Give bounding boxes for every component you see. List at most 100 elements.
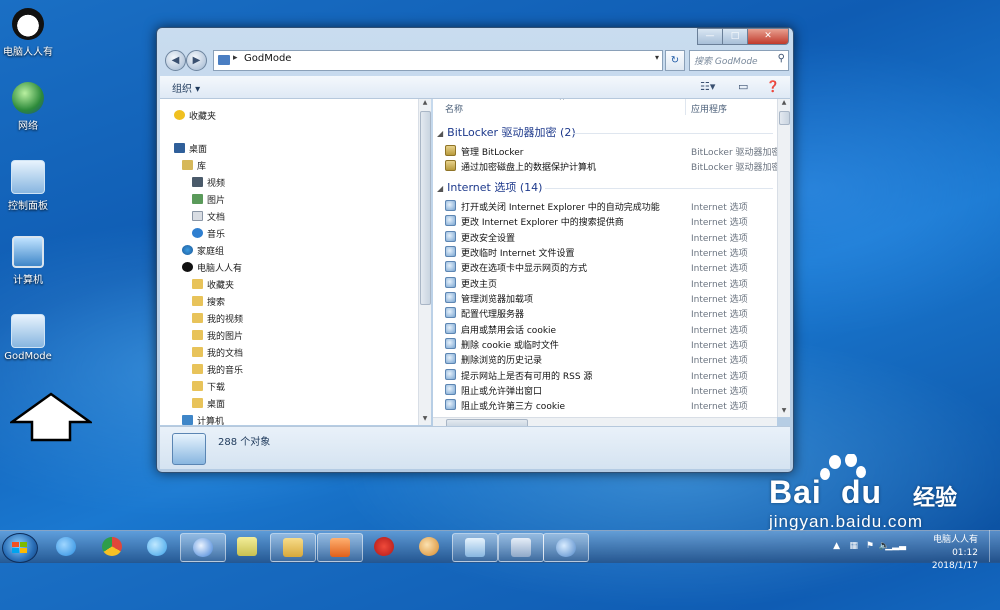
close-button[interactable]: ✕ bbox=[747, 28, 789, 45]
nav-item-my-music[interactable]: 我的音乐 bbox=[192, 363, 243, 376]
list-item[interactable]: 更改安全设置 Internet 选项 bbox=[445, 229, 777, 244]
list-item[interactable]: 删除 cookie 或临时文件 Internet 选项 bbox=[445, 336, 777, 351]
taskbar-explorer[interactable] bbox=[270, 533, 316, 562]
scroll-up-icon[interactable]: ▲ bbox=[419, 99, 431, 109]
clock[interactable]: 电脑人人有 01:12 2018/1/17 bbox=[932, 534, 978, 573]
back-button[interactable]: ◀ bbox=[165, 50, 186, 71]
desktop-icon-godmode[interactable]: GodMode bbox=[0, 314, 56, 362]
nav-item-my-videos[interactable]: 我的视频 bbox=[192, 312, 243, 325]
list-item[interactable]: 通过加密磁盘上的数据保护计算机 BitLocker 驱动器加密 bbox=[445, 158, 777, 173]
details-pane: 288 个对象 bbox=[160, 426, 790, 469]
taskbar-chess[interactable] bbox=[362, 533, 406, 560]
view-options-icon[interactable]: ☷▾ bbox=[700, 80, 715, 93]
column-header-app[interactable]: 应用程序 bbox=[691, 102, 727, 115]
minimize-button[interactable]: — bbox=[697, 28, 722, 45]
list-item[interactable]: 管理 BitLocker BitLocker 驱动器加密 bbox=[445, 143, 777, 158]
desktop-icon-label: 电脑人人有 bbox=[3, 47, 53, 58]
taskbar-cloud[interactable] bbox=[135, 533, 179, 560]
desktop-icon-network[interactable]: 网络 bbox=[0, 82, 56, 132]
list-item[interactable]: 更改 Internet Explorer 中的搜索提供商 Internet 选项 bbox=[445, 213, 777, 228]
list-item[interactable]: 阻止或允许弹出窗口 Internet 选项 bbox=[445, 382, 777, 397]
search-input[interactable]: 搜索 GodMode ⚲ bbox=[689, 50, 789, 71]
list-scroll-thumb[interactable] bbox=[779, 111, 790, 125]
list-scrollbar[interactable]: ▲ ▼ bbox=[777, 99, 790, 417]
address-bar[interactable]: ▸ GodMode ▾ bbox=[213, 50, 663, 71]
nav-item-music[interactable]: 音乐 bbox=[192, 227, 225, 240]
start-button[interactable] bbox=[2, 533, 38, 563]
maximize-button[interactable]: □ bbox=[722, 28, 747, 45]
taskbar-game[interactable] bbox=[543, 533, 589, 562]
panda-icon bbox=[182, 262, 193, 272]
nav-item-documents[interactable]: 文档 bbox=[192, 210, 225, 223]
nav-item-downloads[interactable]: 下载 bbox=[192, 380, 225, 393]
forward-button[interactable]: ▶ bbox=[186, 50, 207, 71]
nav-item-user[interactable]: 电脑人人有 bbox=[182, 261, 242, 274]
list-item[interactable]: 管理浏览器加载项 Internet 选项 bbox=[445, 290, 777, 305]
scroll-down-icon[interactable]: ▼ bbox=[419, 415, 431, 425]
nav-item-my-documents[interactable]: 我的文档 bbox=[192, 346, 243, 359]
list-item[interactable]: 配置代理服务器 Internet 选项 bbox=[445, 305, 777, 320]
edge-cloud-icon bbox=[147, 537, 167, 556]
internet-options-icon bbox=[445, 353, 456, 364]
organize-button[interactable]: 组织 ▾ bbox=[172, 80, 200, 95]
nav-item-searches[interactable]: 搜索 bbox=[192, 295, 225, 308]
nav-item-user-desktop[interactable]: 桌面 bbox=[192, 397, 225, 410]
list-item[interactable]: 更改临时 Internet 文件设置 Internet 选项 bbox=[445, 244, 777, 259]
folder-icon bbox=[192, 347, 203, 357]
folder-icon bbox=[192, 313, 203, 323]
collapse-icon[interactable]: ◢ bbox=[437, 184, 443, 193]
nav-scrollbar[interactable]: ▲ ▼ bbox=[418, 99, 431, 425]
list-item[interactable]: 启用或禁用会话 cookie Internet 选项 bbox=[445, 321, 777, 336]
signal-icon[interactable]: ▁▂▃ bbox=[885, 541, 906, 551]
bitlocker-icon bbox=[445, 145, 456, 156]
preview-pane-icon[interactable]: ▭ bbox=[738, 80, 748, 93]
flag-tray-icon[interactable]: ⚑ bbox=[866, 541, 874, 551]
nav-item-libraries[interactable]: 库 bbox=[182, 159, 206, 172]
column-header-name[interactable]: 名称 bbox=[445, 102, 463, 115]
search-icon[interactable]: ⚲ bbox=[778, 53, 785, 64]
nav-item-computer[interactable]: 计算机 bbox=[182, 414, 224, 425]
scroll-up-icon[interactable]: ▲ bbox=[778, 99, 790, 109]
list-item[interactable]: 更改主页 Internet 选项 bbox=[445, 275, 777, 290]
nav-item-pictures[interactable]: 图片 bbox=[192, 193, 225, 206]
nav-item-videos[interactable]: 视频 bbox=[192, 176, 225, 189]
taskbar-ie[interactable] bbox=[44, 533, 88, 560]
desktop-icon-panda[interactable]: 电脑人人有 bbox=[0, 8, 56, 58]
taskbar-media-player[interactable] bbox=[317, 533, 363, 562]
list-item[interactable]: 删除浏览的历史记录 Internet 选项 bbox=[445, 351, 777, 366]
taskbar-sogou[interactable] bbox=[180, 533, 226, 562]
taskbar-chrome[interactable] bbox=[90, 533, 134, 560]
nav-item-user-favorites[interactable]: 收藏夹 bbox=[192, 278, 234, 291]
desktop-icon-label: 计算机 bbox=[13, 275, 43, 286]
list-item[interactable]: 阻止或允许第三方 cookie Internet 选项 bbox=[445, 397, 777, 412]
group-header-internet-options[interactable]: ◢ Internet 选项 (14) bbox=[437, 179, 542, 195]
baidu-logo-du: du bbox=[841, 474, 883, 510]
internet-options-icon bbox=[445, 277, 456, 288]
taskbar-scanner[interactable] bbox=[498, 533, 544, 562]
list-item[interactable]: 提示网站上是否有可用的 RSS 源 Internet 选项 bbox=[445, 367, 777, 382]
desktop-icon-control-panel[interactable]: 控制面板 bbox=[0, 160, 56, 212]
taskbar-control-panel[interactable] bbox=[452, 533, 498, 562]
group-header-bitlocker[interactable]: ◢ BitLocker 驱动器加密 (2) bbox=[437, 124, 576, 140]
show-hidden-icons-icon[interactable]: ▲ bbox=[833, 541, 840, 551]
chevron-down-icon[interactable]: ▾ bbox=[655, 53, 659, 62]
scroll-down-icon[interactable]: ▼ bbox=[778, 407, 790, 417]
taskbar-sticky-notes[interactable] bbox=[225, 533, 269, 560]
list-item[interactable]: 更改在选项卡中显示网页的方式 Internet 选项 bbox=[445, 259, 777, 274]
nav-item-desktop[interactable]: 桌面 bbox=[174, 142, 207, 155]
bitlocker-icon bbox=[445, 160, 456, 171]
list-item[interactable]: 打开或关闭 Internet Explorer 中的自动完成功能 Internet… bbox=[445, 198, 777, 213]
network-tray-icon[interactable]: ▦ bbox=[849, 541, 858, 551]
explorer-window[interactable]: — □ ✕ ◀ ▶ ▸ GodMode ▾ ↻ 搜索 GodMode ⚲ 组织 … bbox=[156, 27, 794, 473]
show-desktop-button[interactable] bbox=[989, 530, 1000, 562]
taskbar-paint[interactable] bbox=[407, 533, 451, 560]
nav-item-homegroup[interactable]: 家庭组 bbox=[182, 244, 224, 257]
help-icon[interactable]: ❓ bbox=[766, 80, 780, 93]
nav-scroll-thumb[interactable] bbox=[420, 111, 431, 305]
refresh-button[interactable]: ↻ bbox=[665, 50, 685, 71]
nav-item-my-pictures[interactable]: 我的图片 bbox=[192, 329, 243, 342]
nav-item-favorites[interactable]: 收藏夹 bbox=[174, 109, 216, 122]
desktop-icon-computer[interactable]: 计算机 bbox=[0, 236, 56, 286]
sticky-notes-icon bbox=[237, 537, 257, 556]
collapse-icon[interactable]: ◢ bbox=[437, 129, 443, 138]
